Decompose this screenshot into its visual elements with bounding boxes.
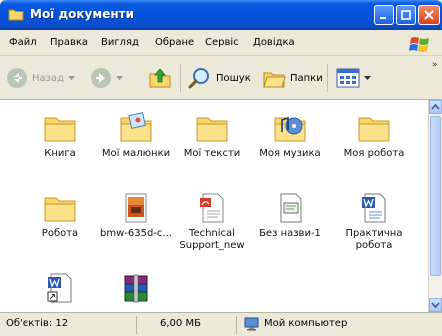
file-name: Без назви-1 (259, 228, 321, 239)
chevron-up-icon (431, 103, 440, 110)
file-item[interactable]: Моя музика (250, 112, 330, 160)
file-list: Книга Мої малюнки Мої тексти Моя музика … (0, 100, 428, 312)
menu-help[interactable]: Довідка (253, 37, 295, 48)
pictures-folder-icon (120, 112, 152, 142)
chevron-down-icon (364, 75, 371, 80)
toolbar: Назад Пошук Папки (0, 56, 442, 100)
file-item[interactable]: Моя робота (334, 112, 414, 160)
menu-edit[interactable]: Правка (50, 37, 88, 48)
folder-up-icon (149, 68, 171, 88)
views-button[interactable] (336, 66, 371, 90)
view-grid-icon (336, 68, 360, 88)
file-item[interactable]: bmw-635d-c... (96, 192, 176, 240)
chevron-down-icon (431, 302, 440, 309)
forward-arrow-icon (91, 68, 111, 88)
back-button[interactable]: Назад (6, 66, 76, 90)
folder-icon (44, 117, 76, 142)
chevron-down-icon (68, 75, 76, 80)
file-item[interactable] (96, 272, 176, 308)
file-name: Робота (41, 228, 79, 239)
status-bar: Об'єктів: 12 6,00 МБ Мой компьютер (0, 312, 442, 336)
file-item[interactable]: Книга (20, 112, 100, 160)
status-size: 6,00 МБ (160, 318, 201, 329)
scroll-thumb[interactable] (430, 116, 441, 276)
music-folder-icon (274, 116, 306, 142)
toolbar-overflow-chevron[interactable]: » (432, 60, 438, 70)
back-label: Назад (32, 72, 65, 84)
file-name: Моя музика (259, 148, 321, 159)
scroll-up-button[interactable] (429, 100, 442, 114)
folder-icon (358, 117, 390, 142)
minimize-button[interactable] (374, 5, 394, 25)
word-document-icon (362, 193, 386, 223)
close-icon (424, 10, 434, 20)
folders-button[interactable]: Папки (262, 66, 323, 90)
status-divider (136, 316, 137, 334)
close-button[interactable] (418, 5, 440, 25)
word-shortcut-icon (47, 273, 72, 303)
toolbar-separator (180, 64, 181, 92)
explorer-window: Мої документи Файл Правка Вигляд Обране … (0, 0, 442, 336)
search-label: Пошук (216, 72, 251, 84)
title-bar[interactable]: Мої документи (0, 0, 442, 30)
file-name: Книга (44, 148, 76, 159)
file-name: Практична робота (345, 228, 403, 251)
vertical-scrollbar[interactable] (428, 100, 442, 312)
forward-button[interactable] (90, 66, 123, 90)
menu-tools[interactable]: Сервіс (205, 37, 239, 48)
pdf-document-icon (200, 193, 224, 223)
status-object-count: Об'єктів: 12 (6, 318, 69, 329)
maximize-button[interactable] (396, 5, 416, 25)
file-name: Technical Support_new (179, 228, 245, 251)
status-location: Мой компьютер (264, 318, 348, 329)
file-item[interactable]: Без назви-1 (250, 192, 330, 240)
file-item[interactable]: Робота (20, 192, 100, 240)
minimize-icon (380, 17, 386, 19)
menu-bar: Файл Правка Вигляд Обране Сервіс Довідка (0, 30, 442, 56)
folders-label: Папки (290, 72, 323, 84)
menu-favorites[interactable]: Обране (155, 37, 194, 48)
file-item[interactable] (20, 272, 100, 308)
search-button[interactable]: Пошук (188, 66, 251, 90)
file-item[interactable]: Мої тексти (172, 112, 252, 160)
file-name: bmw-635d-c... (100, 228, 172, 239)
file-name: Мої тексти (183, 148, 241, 159)
file-item[interactable]: Мої малюнки (96, 112, 176, 160)
toolbar-separator (327, 64, 328, 92)
back-arrow-icon (7, 68, 27, 88)
folders-icon (263, 72, 286, 88)
menu-file[interactable]: Файл (9, 37, 37, 48)
chevron-down-icon (116, 75, 123, 80)
image-file-icon (125, 193, 147, 223)
menu-view[interactable]: Вигляд (101, 37, 139, 48)
maximize-icon (401, 10, 411, 20)
file-name: Мої малюнки (101, 148, 171, 159)
search-icon (188, 68, 209, 89)
up-folder-button[interactable] (148, 66, 172, 90)
window-title: Мої документи (30, 7, 134, 21)
winrar-archive-icon (124, 274, 148, 303)
status-divider (236, 316, 237, 334)
scroll-down-button[interactable] (429, 298, 442, 312)
text-document-icon (280, 193, 302, 223)
folder-icon (8, 9, 24, 21)
folder-icon (44, 197, 76, 222)
computer-icon (244, 317, 259, 331)
windows-logo-icon (409, 37, 429, 52)
file-item[interactable]: Практична робота (334, 192, 414, 252)
file-name: Моя робота (343, 148, 405, 159)
folder-icon (196, 117, 228, 142)
file-item[interactable]: Technical Support_new (172, 192, 252, 252)
